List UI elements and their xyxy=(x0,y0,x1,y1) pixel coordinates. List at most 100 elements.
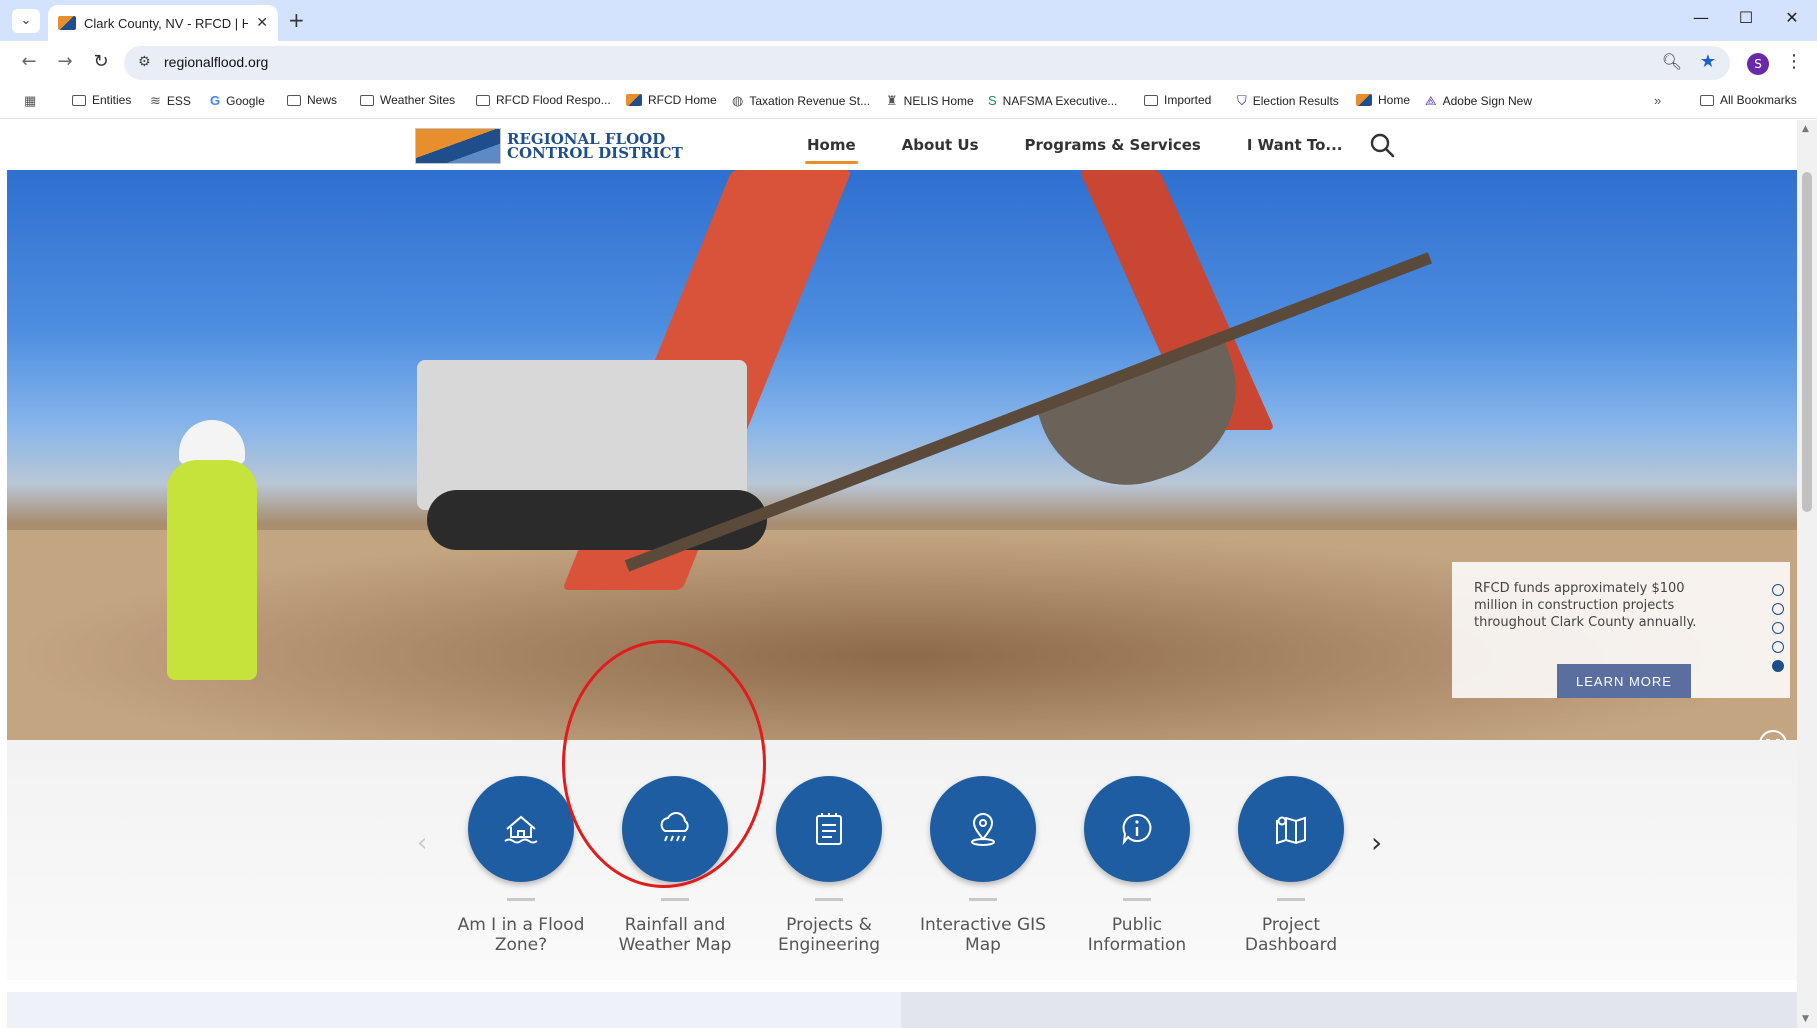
excavator-tracks xyxy=(427,490,767,550)
scrollbar-thumb[interactable] xyxy=(1802,172,1812,512)
browser-toolbar: ← → ↻ ⚙ regionalflood.org 🔍︎ ★ S ⋮ xyxy=(0,41,1817,85)
slide-dot-1[interactable] xyxy=(1772,584,1784,596)
folder-icon xyxy=(360,94,374,106)
quicklinks-prev-icon[interactable]: ‹ xyxy=(417,828,427,858)
site-header: REGIONAL FLOOD CONTROL DISTRICT Home Abo… xyxy=(7,120,1797,170)
ess-icon: ≋ xyxy=(150,93,161,108)
callout-text: RFCD funds approximately $100 million in… xyxy=(1474,581,1697,630)
reload-button[interactable]: ↻ xyxy=(88,51,114,72)
quicklink-label: Projects & Engineering xyxy=(778,915,880,955)
bookmark-nelis-home[interactable]: ♜ NELIS Home xyxy=(886,93,974,109)
tab-title: Clark County, NV - RFCD | Hom xyxy=(84,15,249,31)
quicklink-project-dashboard[interactable]: Project Dashboard xyxy=(1214,776,1368,955)
rfcd-favicon-icon xyxy=(58,16,76,30)
forward-button[interactable]: → xyxy=(52,51,78,72)
quicklinks-next-icon[interactable]: › xyxy=(1371,826,1382,859)
profile-avatar[interactable]: S xyxy=(1747,53,1769,75)
bookmark-rfcd-flood-response[interactable]: RFCD Flood Respo... xyxy=(476,93,611,107)
maximize-window-button[interactable]: ☐ xyxy=(1731,8,1761,27)
bookmark-adobe-sign[interactable]: ⟁ Adobe Sign New xyxy=(1425,93,1532,109)
site-settings-icon[interactable]: ⚙ xyxy=(138,54,151,70)
minimize-window-button[interactable]: — xyxy=(1686,8,1716,27)
clipboard-list-icon xyxy=(776,776,882,882)
bookmark-google[interactable]: G Google xyxy=(210,93,265,108)
quicklink-public-information[interactable]: Public Information xyxy=(1060,776,1214,955)
next-section-preview xyxy=(7,992,1797,1028)
bookmark-rfcd-home[interactable]: RFCD Home xyxy=(626,93,717,107)
hero-callout: RFCD funds approximately $100 million in… xyxy=(1452,562,1790,698)
logo-text: REGIONAL FLOOD CONTROL DISTRICT xyxy=(507,130,683,162)
folded-map-icon xyxy=(1238,776,1344,882)
info-bubble-icon xyxy=(1084,776,1190,882)
slide-dot-2[interactable] xyxy=(1772,603,1784,615)
quick-links: ‹ Am I in a Flood Zone? Rainfall and Weath… xyxy=(7,740,1797,980)
globe-icon: ◍ xyxy=(732,93,744,108)
address-bar[interactable]: ⚙ regionalflood.org 🔍︎ ★ xyxy=(124,46,1730,80)
nav-programs-services[interactable]: Programs & Services xyxy=(1025,136,1201,154)
folder-icon xyxy=(1700,94,1714,106)
page-scrollbar[interactable]: ▲ ▼ xyxy=(1797,120,1817,1028)
excavator-body xyxy=(417,360,747,510)
adobe-icon: ⟁ xyxy=(1425,93,1437,108)
browser-menu-icon[interactable]: ⋮ xyxy=(1785,51,1803,72)
bookmarks-bar: ▦ Entities ≋ ESS G Google News Weather Sit… xyxy=(0,85,1817,119)
quicklink-interactive-gis-map[interactable]: Interactive GIS Map xyxy=(906,776,1060,955)
close-window-button[interactable]: ✕ xyxy=(1777,8,1807,27)
rfcd-logo[interactable]: REGIONAL FLOOD CONTROL DISTRICT xyxy=(415,128,683,164)
site-search-icon[interactable] xyxy=(1369,132,1395,158)
bookmark-imported[interactable]: Imported xyxy=(1144,93,1211,107)
nav-about-us[interactable]: About Us xyxy=(902,136,979,154)
rfcd-logo-mark-icon xyxy=(415,128,501,164)
folder-icon xyxy=(72,94,86,106)
bookmark-entities[interactable]: Entities xyxy=(72,93,131,107)
quicklink-label: Project Dashboard xyxy=(1244,915,1338,955)
slide-dot-5[interactable] xyxy=(1772,660,1784,672)
bookmark-home[interactable]: Home xyxy=(1356,93,1410,107)
bookmark-news[interactable]: News xyxy=(287,93,337,107)
bookmark-election-results[interactable]: ⛉ Election Results xyxy=(1237,93,1339,109)
quicklink-label: Public Information xyxy=(1087,915,1187,955)
folder-icon xyxy=(476,94,490,106)
folder-icon xyxy=(1144,94,1158,106)
quicklink-label: Interactive GIS Map xyxy=(920,915,1046,955)
learn-more-button[interactable]: LEARN MORE xyxy=(1557,664,1691,698)
bookmark-ess[interactable]: ≋ ESS xyxy=(150,93,191,109)
shield-icon: ⛉ xyxy=(1237,93,1247,108)
close-tab-icon[interactable]: ✕ xyxy=(256,15,268,31)
zoom-icon[interactable]: 🔍︎ xyxy=(1662,52,1682,71)
bookmark-nafsma-executive[interactable]: S NAFSMA Executive... xyxy=(988,93,1117,108)
house-flood-icon xyxy=(468,776,574,882)
back-button[interactable]: ← xyxy=(16,51,42,72)
google-icon: G xyxy=(210,93,221,108)
active-tab[interactable]: Clark County, NV - RFCD | Hom ✕ xyxy=(48,5,278,41)
url-text[interactable]: regionalflood.org xyxy=(164,54,268,70)
slide-indicators xyxy=(1772,584,1784,672)
scroll-down-icon[interactable]: ▼ xyxy=(1802,1014,1809,1024)
more-bookmarks-icon[interactable]: » xyxy=(1654,93,1661,108)
bookmark-taxation-revenue[interactable]: ◍ Taxation Revenue St... xyxy=(732,93,870,109)
main-navigation: Home About Us Programs & Services I Want… xyxy=(805,136,1343,164)
all-bookmarks-button[interactable]: All Bookmarks xyxy=(1700,93,1797,107)
quicklink-label: Rainfall and Weather Map xyxy=(618,915,732,955)
bookmark-weather-sites[interactable]: Weather Sites xyxy=(360,93,455,107)
nav-home[interactable]: Home xyxy=(805,136,858,164)
quicklink-label: Am I in a Flood Zone? xyxy=(457,915,585,955)
slide-dot-3[interactable] xyxy=(1772,622,1784,634)
nafsma-icon: S xyxy=(988,93,997,108)
nav-i-want-to[interactable]: I Want To... xyxy=(1247,136,1343,154)
rfcd-flag-icon xyxy=(626,94,642,106)
new-tab-button[interactable]: + xyxy=(288,8,305,32)
nelis-icon: ♜ xyxy=(886,93,898,108)
annotation-red-ellipse xyxy=(562,640,766,888)
bookmark-star-icon[interactable]: ★ xyxy=(1700,51,1716,72)
slide-dot-4[interactable] xyxy=(1772,641,1784,653)
tab-search-menu-button[interactable]: ⌄ xyxy=(12,9,40,33)
folder-icon xyxy=(287,94,301,106)
apps-grid-icon[interactable]: ▦ xyxy=(24,93,36,109)
scroll-up-icon[interactable]: ▲ xyxy=(1802,124,1809,134)
hero-slideshow: RFCD funds approximately $100 million in… xyxy=(7,170,1797,740)
map-pin-icon xyxy=(930,776,1036,882)
next-section-right-panel xyxy=(901,992,1797,1028)
quicklink-projects-engineering[interactable]: Projects & Engineering xyxy=(752,776,906,955)
worker-helmet xyxy=(179,420,245,464)
